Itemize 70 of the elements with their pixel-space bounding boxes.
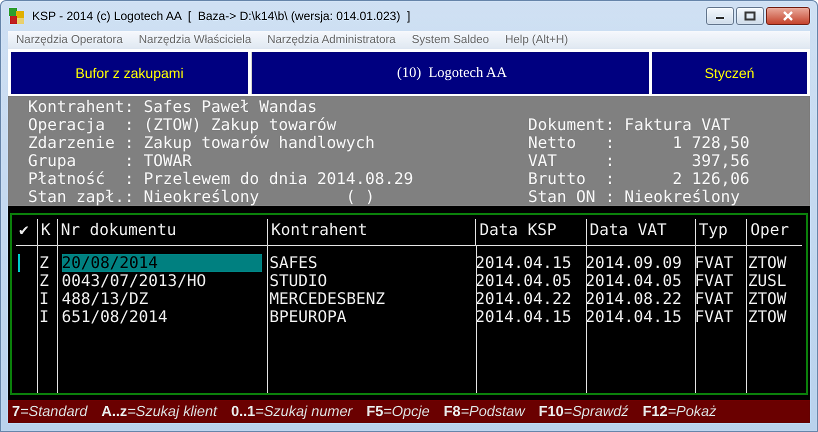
- table-cell[interactable]: 2014.04.22: [475, 289, 572, 308]
- table-cell[interactable]: 488/13/DZ: [62, 289, 148, 308]
- maximize-button[interactable]: [736, 7, 764, 25]
- shortcut-hint[interactable]: F5=Opcje: [366, 404, 430, 420]
- info-line: Grupa : TOWAR: [28, 152, 193, 170]
- table-cell[interactable]: FVAT: [694, 307, 734, 326]
- column-header[interactable]: ✔: [19, 220, 29, 239]
- column-header[interactable]: Oper: [750, 220, 789, 239]
- info-line: Zdarzenie : Zakup towarów handlowych: [28, 134, 376, 152]
- table-cell[interactable]: I: [39, 307, 49, 326]
- table-cell[interactable]: 2014.04.15: [585, 307, 682, 326]
- table-cell[interactable]: SAFES: [269, 253, 318, 272]
- table-cell[interactable]: MERCEDESBENZ: [269, 289, 385, 308]
- info-line: Operacja : (ZTOW) Zakup towarów: [28, 116, 338, 134]
- info-line: Stan ON : Nieokreślony: [528, 188, 741, 206]
- table-cell[interactable]: ZTOW: [748, 307, 786, 326]
- table-cell[interactable]: 0043/07/2013/HO: [62, 271, 206, 290]
- table-cell[interactable]: ZUSL: [748, 271, 786, 290]
- table-cell[interactable]: FVAT: [694, 289, 734, 308]
- info-line: Kontrahent: Safes Paweł Wandas: [28, 98, 318, 116]
- table-cell[interactable]: ZTOW: [748, 289, 786, 308]
- column-header[interactable]: Data KSP: [479, 220, 557, 239]
- menu-item[interactable]: System Saldeo: [412, 34, 490, 46]
- menu-item[interactable]: Narzędzia Administratora: [267, 34, 396, 46]
- table-cell[interactable]: 2014.09.09: [585, 253, 682, 272]
- table-cell[interactable]: 651/08/2014: [62, 307, 168, 326]
- shortcut-hint[interactable]: F8=Podstaw: [444, 404, 525, 420]
- table-cell[interactable]: I: [39, 289, 49, 308]
- table-cell[interactable]: Z: [39, 253, 49, 272]
- info-line: Brutto : 2 126,06: [528, 170, 750, 188]
- table-cell[interactable]: 2014.04.05: [585, 271, 682, 290]
- close-icon: [782, 11, 794, 21]
- info-line: Stan zapł.: Nieokreślony ( ): [28, 188, 376, 206]
- window-title: KSP - 2014 (c) Logotech AA [ Baza-> D:\k14\b\ (wersja: 014.01.023) ]: [32, 9, 412, 23]
- shortcut-hint[interactable]: F12=Pokaż: [642, 404, 716, 420]
- menu-item[interactable]: Help (Alt+H): [505, 34, 568, 46]
- company-panel: (10) Logotech AA: [251, 52, 649, 94]
- table-cell[interactable]: FVAT: [694, 271, 734, 290]
- table-cell[interactable]: Z: [39, 271, 49, 290]
- table-cell[interactable]: 2014.04.05: [475, 271, 572, 290]
- table-cell[interactable]: STUDIO: [269, 271, 328, 290]
- column-header[interactable]: Nr dokumentu: [60, 220, 176, 239]
- table-cell[interactable]: 20/08/2014: [62, 254, 262, 272]
- table-cell[interactable]: 2014.08.22: [585, 289, 682, 308]
- row-marker: [18, 254, 20, 272]
- shortcut-hint[interactable]: A..z=Szukaj klient: [101, 404, 218, 420]
- column-header[interactable]: K: [40, 220, 50, 239]
- table-cell[interactable]: FVAT: [694, 253, 734, 272]
- column-header[interactable]: Data VAT: [590, 220, 667, 239]
- info-line: Netto : 1 728,50: [528, 134, 750, 152]
- maximize-icon: [744, 11, 756, 21]
- table-cell[interactable]: 2014.04.15: [475, 253, 572, 272]
- column-header[interactable]: Kontrahent: [271, 220, 368, 239]
- minimize-button[interactable]: [706, 7, 734, 25]
- shortcut-hint[interactable]: 7=Standard: [12, 404, 88, 420]
- app-icon: [8, 7, 26, 25]
- month-panel: Styczeń: [652, 52, 807, 94]
- close-button[interactable]: [766, 7, 810, 25]
- table-cell[interactable]: BPEUROPA: [269, 307, 346, 326]
- info-line: Płatność : Przelewem do dnia 2014.08.29: [28, 170, 414, 188]
- table-cell[interactable]: 2014.04.15: [475, 307, 572, 326]
- table-cell[interactable]: ZTOW: [748, 253, 786, 272]
- mode-panel: Bufor z zakupami: [11, 52, 248, 94]
- menu-item[interactable]: Narzędzia Właściciela: [138, 34, 252, 46]
- shortcut-hint[interactable]: 0..1=Szukaj numer: [231, 404, 352, 420]
- shortcut-hint[interactable]: F10=Sprawdź: [538, 404, 629, 420]
- menu-item[interactable]: Narzędzia Operatora: [16, 34, 123, 46]
- column-header[interactable]: Typ: [698, 220, 728, 239]
- info-line: Dokument: Faktura VAT: [528, 116, 732, 134]
- info-line: VAT : 397,56: [528, 152, 750, 170]
